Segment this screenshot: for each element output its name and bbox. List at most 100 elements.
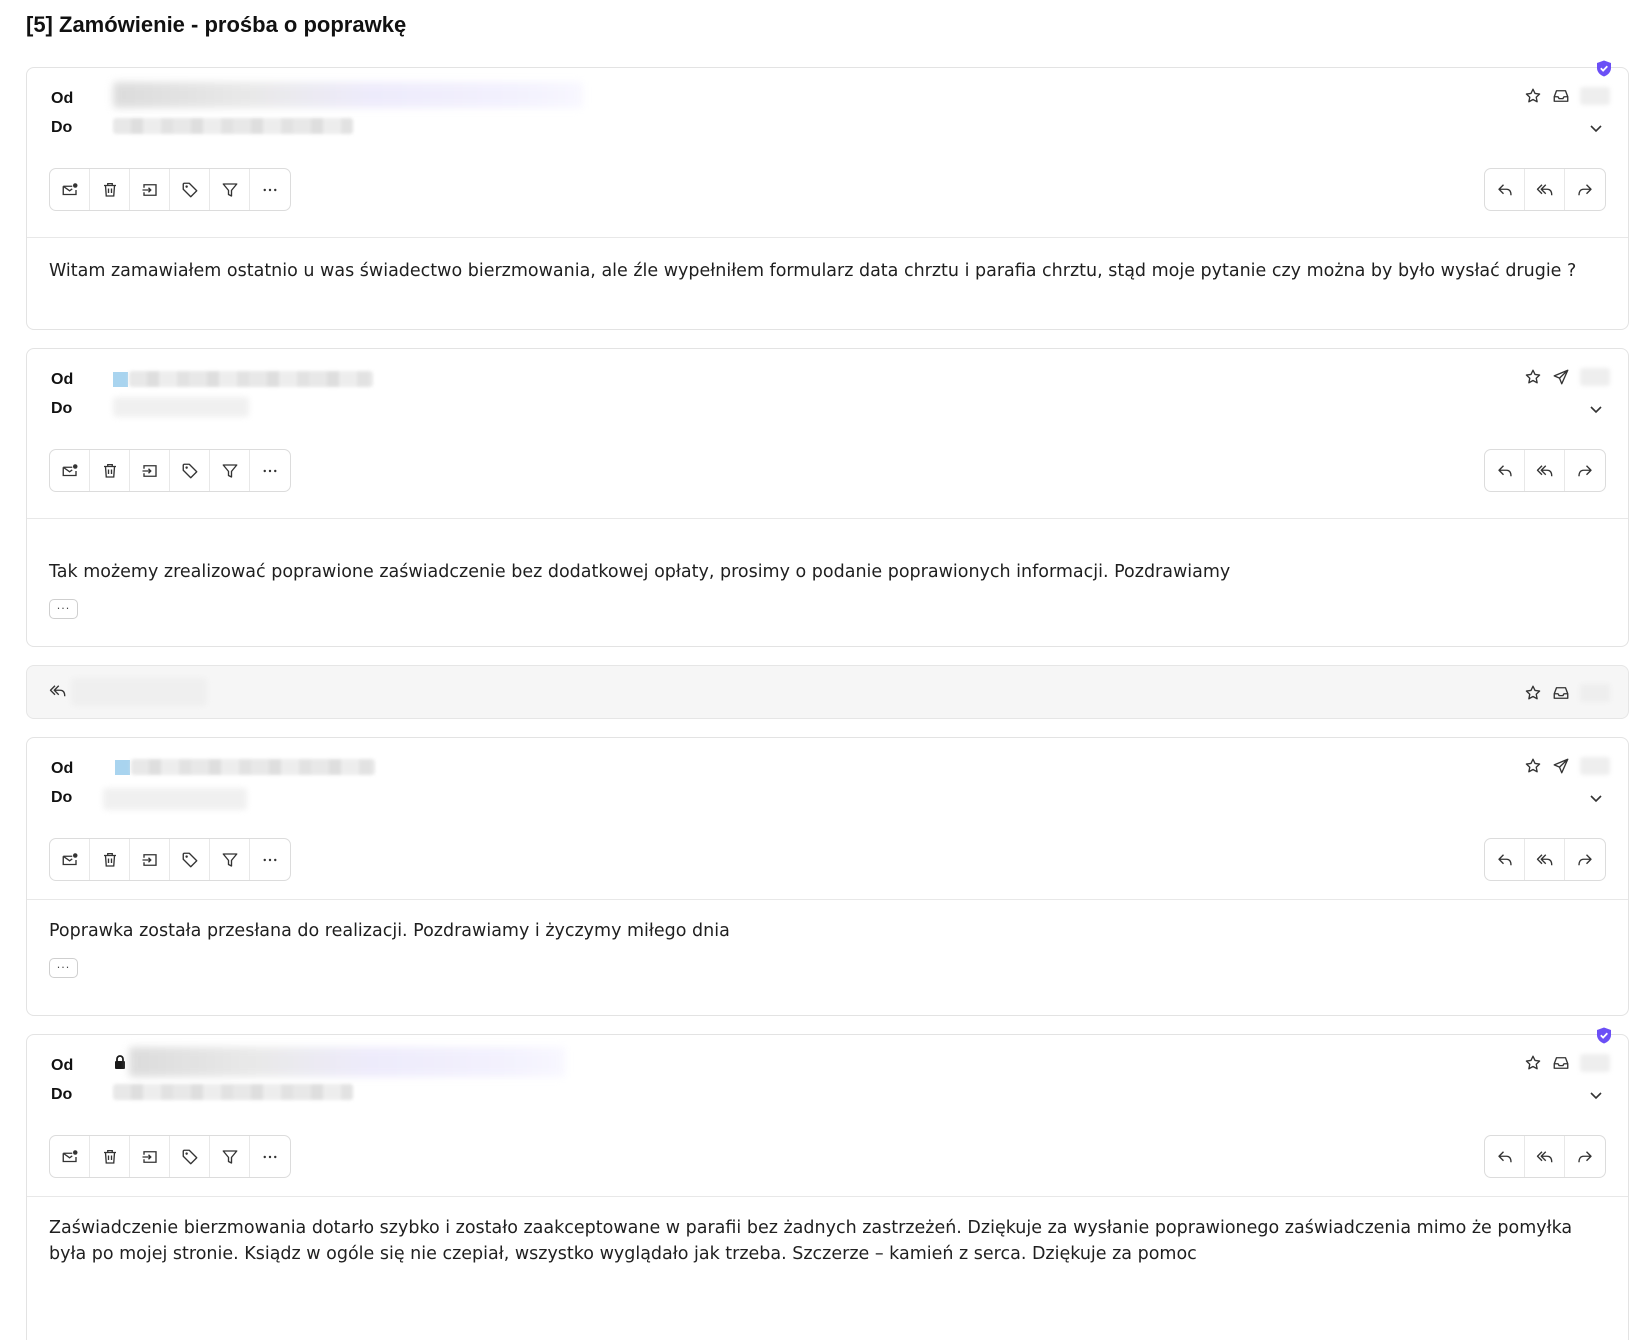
delete-button[interactable] <box>90 169 130 210</box>
from-label: Od <box>51 90 74 107</box>
move-icon <box>142 183 157 196</box>
forward-button[interactable] <box>1565 839 1605 880</box>
send-icon <box>1552 757 1570 775</box>
tag-button[interactable] <box>170 169 210 210</box>
reply-all-button[interactable] <box>1525 1136 1565 1177</box>
reply-icon <box>1497 464 1512 476</box>
mark-unread-icon <box>62 1149 77 1162</box>
trash-icon <box>103 852 116 867</box>
chevron-down-icon[interactable] <box>1588 120 1604 136</box>
move-button[interactable] <box>130 450 170 491</box>
folder-name-redacted <box>1580 684 1610 702</box>
from-address-redacted[interactable] <box>113 82 583 108</box>
from-label: Od <box>51 760 74 777</box>
more-button[interactable] <box>250 450 290 491</box>
message-card: Od Do Poprawka została przesłana do real… <box>26 737 1629 1016</box>
reply-button[interactable] <box>1485 839 1525 880</box>
star-icon[interactable] <box>1524 368 1542 386</box>
mark-unread-icon <box>62 182 77 195</box>
forward-icon <box>1578 1150 1592 1162</box>
star-icon[interactable] <box>1524 1054 1542 1072</box>
reply-all-icon <box>1536 183 1552 195</box>
reply-button[interactable] <box>1485 450 1525 491</box>
reply-all-button[interactable] <box>1525 839 1565 880</box>
tag-icon <box>182 182 197 197</box>
message-card: Od Do Zaświadczenie bierzmowania dotarło… <box>26 1027 1629 1340</box>
reply-all-icon <box>49 685 66 697</box>
tag-button[interactable] <box>170 1136 210 1177</box>
forward-button[interactable] <box>1565 169 1605 210</box>
trash-icon <box>103 1149 116 1164</box>
forward-button[interactable] <box>1565 450 1605 491</box>
more-icon <box>263 858 277 861</box>
reply-button[interactable] <box>1485 1136 1525 1177</box>
star-icon[interactable] <box>1524 87 1542 105</box>
mark-unread-button[interactable] <box>50 1136 90 1177</box>
more-button[interactable] <box>250 839 290 880</box>
from-address-redacted[interactable] <box>129 1047 565 1077</box>
to-address-redacted[interactable] <box>113 1084 353 1100</box>
from-address-redacted[interactable] <box>129 371 373 387</box>
reply-actions <box>1484 838 1606 881</box>
delete-button[interactable] <box>90 450 130 491</box>
folder-name-redacted <box>1580 87 1610 105</box>
show-quoted-button[interactable]: ··· <box>49 599 78 619</box>
trash-icon <box>103 463 116 478</box>
reply-all-button[interactable] <box>1525 169 1565 210</box>
reply-all-icon <box>1536 853 1552 865</box>
filter-button[interactable] <box>210 839 250 880</box>
move-icon <box>142 853 157 866</box>
show-quoted-button[interactable]: ··· <box>49 958 78 978</box>
message-toolbar <box>49 1135 291 1178</box>
to-label: Do <box>51 400 73 417</box>
star-icon[interactable] <box>1524 684 1542 702</box>
to-address-redacted[interactable] <box>113 397 249 417</box>
mark-unread-button[interactable] <box>50 450 90 491</box>
from-label: Od <box>51 1057 74 1074</box>
forward-icon <box>1578 183 1592 195</box>
reply-icon <box>1497 183 1512 195</box>
to-label: Do <box>51 789 73 806</box>
to-address-redacted[interactable] <box>113 118 353 134</box>
chevron-down-icon[interactable] <box>1588 401 1604 417</box>
filter-icon <box>222 1149 237 1164</box>
move-button[interactable] <box>130 1136 170 1177</box>
move-icon <box>142 464 157 477</box>
reply-actions <box>1484 1135 1606 1178</box>
star-icon[interactable] <box>1524 757 1542 775</box>
message-toolbar <box>49 449 291 492</box>
reply-all-button[interactable] <box>1525 450 1565 491</box>
tag-icon <box>182 1149 197 1164</box>
chevron-down-icon[interactable] <box>1588 790 1604 806</box>
message-card: Od Do Tak możemy zrealizować poprawione … <box>26 348 1629 647</box>
move-button[interactable] <box>130 839 170 880</box>
filter-icon <box>222 182 237 197</box>
collapsed-message[interactable] <box>26 665 1629 719</box>
message-body: Zaświadczenie bierzmowania dotarło szybk… <box>49 1218 1573 1264</box>
delete-button[interactable] <box>90 1136 130 1177</box>
to-label: Do <box>51 1086 73 1103</box>
filter-button[interactable] <box>210 169 250 210</box>
mark-unread-button[interactable] <box>50 839 90 880</box>
tag-button[interactable] <box>170 450 210 491</box>
reply-button[interactable] <box>1485 169 1525 210</box>
more-button[interactable] <box>250 1136 290 1177</box>
move-button[interactable] <box>130 169 170 210</box>
trash-icon <box>103 182 116 197</box>
filter-button[interactable] <box>210 450 250 491</box>
chevron-down-icon[interactable] <box>1588 1087 1604 1103</box>
to-address-redacted[interactable] <box>103 788 247 810</box>
forward-button[interactable] <box>1565 1136 1605 1177</box>
tag-icon <box>182 852 197 867</box>
to-label: Do <box>51 119 73 136</box>
mark-unread-button[interactable] <box>50 169 90 210</box>
tag-button[interactable] <box>170 839 210 880</box>
more-button[interactable] <box>250 169 290 210</box>
filter-button[interactable] <box>210 1136 250 1177</box>
inbox-icon <box>1552 684 1570 702</box>
message-toolbar <box>49 168 291 211</box>
forward-icon <box>1578 464 1592 476</box>
delete-button[interactable] <box>90 839 130 880</box>
from-address-redacted[interactable] <box>131 759 375 775</box>
forward-icon <box>1578 853 1592 865</box>
